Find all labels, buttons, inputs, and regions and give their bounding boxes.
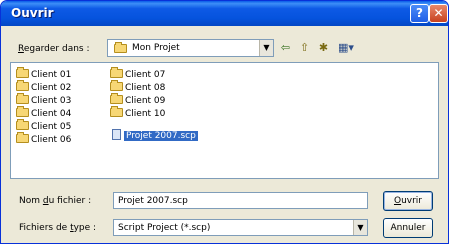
filename-label: Nom du fichier : (19, 196, 92, 206)
list-item[interactable]: Client 01 (16, 67, 72, 82)
selected-file-label: Projet 2007.scp (124, 131, 198, 141)
list-item[interactable]: Client 09 (110, 93, 166, 108)
close-button[interactable]: ✕ (429, 4, 448, 23)
list-item-selected-file[interactable]: Projet 2007.scp (112, 129, 198, 142)
file-list[interactable]: Client 01 Client 02 Client 03 Client 04 Clie… (10, 62, 439, 179)
folder-icon (16, 119, 29, 130)
up-folder-icon[interactable]: ⇧ (297, 41, 312, 55)
folder-icon (110, 80, 123, 91)
list-item[interactable]: Client 04 (16, 106, 72, 121)
look-in-label: Regarder dans : (18, 44, 90, 54)
back-icon[interactable]: ⇦ (278, 41, 293, 55)
list-item-label: Client 01 (31, 70, 72, 80)
look-in-label-text: egarder dans : (23, 44, 90, 54)
list-item-label: Client 09 (125, 96, 166, 106)
window-title: Ouvrir (11, 6, 54, 20)
filetype-value: Script Project (*.scp) (118, 223, 211, 233)
list-item-label: Client 04 (31, 109, 72, 119)
folder-icon (114, 42, 127, 53)
list-item-label: Client 10 (125, 109, 166, 119)
folder-icon (110, 106, 123, 117)
new-folder-icon[interactable]: ✱ (316, 41, 331, 55)
list-item[interactable]: Client 05 (16, 119, 72, 134)
cancel-button[interactable]: Annuler (383, 218, 433, 238)
filetype-select[interactable]: Script Project (*.scp) ▼ (113, 219, 368, 236)
title-bar[interactable]: Ouvrir ? ✕ (1, 1, 448, 26)
open-dialog: Ouvrir ? ✕ Regarder dans : Mon Projet ▼ … (0, 0, 449, 244)
folder-icon (16, 80, 29, 91)
list-item-label: Client 02 (31, 83, 72, 93)
list-item[interactable]: Client 02 (16, 80, 72, 95)
filename-input[interactable]: Projet 2007.scp (113, 192, 368, 209)
folder-icon (16, 106, 29, 117)
list-item[interactable]: Client 07 (110, 67, 166, 82)
list-item[interactable]: Client 10 (110, 106, 166, 121)
list-item-label: Client 05 (31, 122, 72, 132)
list-item[interactable]: Client 06 (16, 132, 72, 147)
folder-icon (110, 93, 123, 104)
list-item-label: Client 07 (125, 70, 166, 80)
folder-icon (110, 67, 123, 78)
open-button-label: Ouvrir (393, 196, 423, 206)
help-button[interactable]: ? (410, 4, 429, 23)
look-in-combo[interactable]: Mon Projet ▼ (107, 39, 274, 57)
look-in-value: Mon Projet (132, 43, 180, 53)
folder-icon (16, 93, 29, 104)
view-menu-icon[interactable]: ▦▾ (336, 41, 356, 55)
chevron-down-icon[interactable]: ▼ (353, 220, 367, 235)
filename-value: Projet 2007.scp (118, 196, 188, 206)
folder-icon (16, 67, 29, 78)
filetype-label: Fichiers de type : (19, 223, 97, 233)
open-button[interactable]: Ouvrir (383, 191, 433, 211)
chevron-down-icon[interactable]: ▼ (259, 40, 273, 56)
script-file-icon (112, 129, 121, 140)
list-item[interactable]: Client 03 (16, 93, 72, 108)
list-item[interactable]: Client 08 (110, 80, 166, 95)
folder-icon (16, 132, 29, 143)
list-item-label: Client 03 (31, 96, 72, 106)
list-item-label: Client 08 (125, 83, 166, 93)
list-item-label: Client 06 (31, 135, 72, 145)
